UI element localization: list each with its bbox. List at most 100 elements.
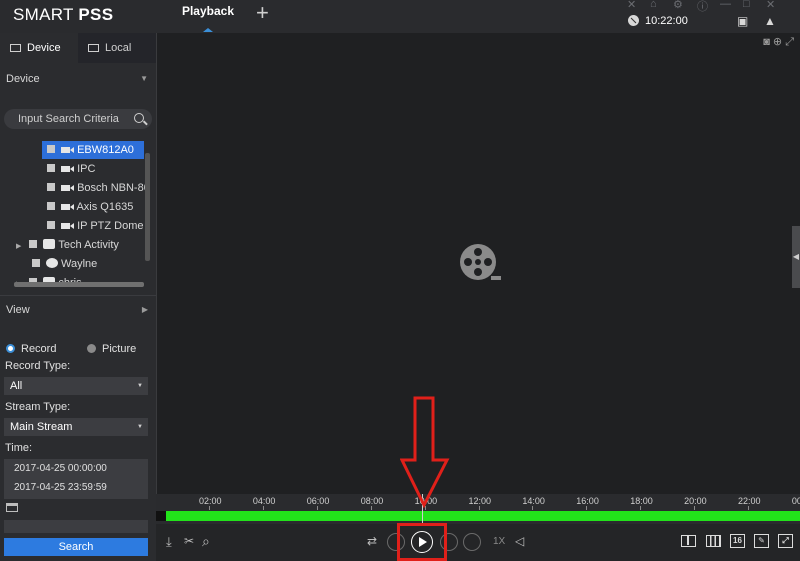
device-icon [10, 44, 21, 52]
chevron-right-icon: ▶ [141, 305, 148, 314]
app-logo: SMART PSS [13, 5, 114, 24]
active-tab-indicator [203, 28, 213, 32]
recording-bar[interactable] [166, 511, 800, 521]
group-icon [43, 239, 56, 249]
next-frame-button[interactable] [463, 533, 481, 551]
start-time-field[interactable]: 2017-04-25 00:00:00 [14, 463, 107, 474]
monitor-icon [88, 44, 99, 52]
timeline-tick-label: 06:00 [306, 496, 330, 506]
camera-icon [61, 204, 74, 210]
timeline-tick [478, 506, 480, 510]
extra-input[interactable] [4, 520, 148, 533]
timeline-tick-label: 16:00 [576, 496, 599, 506]
timeline-tick-label: 12:00 [468, 496, 492, 506]
timeline-tick [694, 506, 696, 510]
tree-item-ipc[interactable]: IPC [47, 160, 95, 178]
camera-icon [61, 185, 74, 191]
tree-item-bosch[interactable]: Bosch NBN-80 [47, 179, 150, 197]
timeline-tick [262, 506, 264, 510]
tree-item-ebw812a0[interactable]: EBW812A0 [42, 141, 144, 159]
tree-vertical-scrollbar[interactable] [145, 153, 150, 261]
tree-horizontal-scrollbar[interactable] [14, 282, 144, 287]
camera-icon [61, 147, 74, 153]
stream-type-label: Stream Type: [5, 401, 71, 413]
timeline-tick-label: 14:00 [522, 496, 545, 506]
checkbox[interactable] [32, 259, 40, 267]
download-icon[interactable]: ⤓ [166, 534, 172, 550]
timeline-tick [209, 506, 210, 510]
checkbox[interactable] [29, 240, 38, 248]
snapshot-icon[interactable]: ◙ [763, 36, 770, 48]
time-range[interactable]: 2017-04-25 00:00:00 2017-04-25 23:59:59 [4, 459, 148, 499]
collapse-panel-handle[interactable]: ◀ [792, 226, 800, 288]
sidebar-tabs: Device Local [0, 33, 156, 63]
checkbox[interactable] [47, 183, 55, 191]
volume-icon[interactable]: ◁ [515, 534, 524, 548]
video-toolbar: ◙ ⊕ ⤢ [763, 35, 794, 49]
speed-indicator[interactable]: 1X [493, 536, 505, 547]
tree-item-ptz-dome[interactable]: IP PTZ Dome [47, 217, 144, 235]
time-label: Time: [5, 442, 33, 454]
fullscreen-layout-icon[interactable]: ⤢ [778, 534, 793, 548]
timeline-tick [640, 506, 642, 510]
tab-device[interactable]: Device [0, 33, 78, 63]
stream-type-select[interactable]: Main Stream ▼ [4, 418, 148, 436]
search-button[interactable]: Search [4, 538, 148, 556]
timeline[interactable]: 02:00 04:00 06:00 08:00 10:00 12:00 14:00 16:00… [156, 494, 800, 524]
record-type-select[interactable]: All ▼ [4, 377, 148, 395]
clip-icon[interactable]: ✂ [184, 534, 194, 548]
close-icon[interactable]: ✕ [627, 0, 636, 11]
chevron-down-icon: ▼ [137, 424, 143, 430]
edit-layout-icon[interactable]: ✎ [754, 534, 769, 548]
alarm-bell-icon[interactable]: ▲ [764, 14, 776, 28]
device-section-header[interactable]: Device ▼ [0, 65, 156, 93]
layout-16-icon[interactable]: 16 [730, 534, 745, 548]
info-icon[interactable]: ⓘ [697, 0, 708, 14]
zoom-icon[interactable]: ⊕ [773, 36, 782, 48]
device-search-input[interactable]: Input Search Criteria [4, 109, 152, 129]
timeline-gap [156, 511, 166, 521]
timeline-tick-label: 08:00 [360, 496, 384, 506]
window-close-icon[interactable]: ✕ [766, 0, 775, 11]
tab-local[interactable]: Local [78, 33, 156, 63]
search-icon[interactable] [134, 113, 144, 123]
calendar-icon[interactable] [6, 503, 18, 512]
record-type-label: Record Type: [5, 360, 71, 372]
record-radio[interactable]: Record [6, 341, 56, 357]
tab-playback[interactable]: Playback [172, 0, 244, 33]
expand-arrow-icon[interactable]: ▶ [16, 238, 21, 256]
tree-group-waylne[interactable]: Waylne [32, 255, 97, 273]
timeline-tick-label: 20:00 [684, 496, 707, 506]
settings-icon[interactable]: ⚙ [673, 0, 683, 11]
tree-group-tech-activity[interactable]: ▶ Tech Activity [16, 236, 119, 254]
clock-status-icon [628, 15, 639, 26]
add-tab-button[interactable]: + [256, 2, 269, 24]
timeline-tick-label: 18:00 [630, 496, 653, 506]
layout-9-icon[interactable] [706, 535, 721, 547]
view-section-header[interactable]: View ▶ [0, 295, 156, 323]
checkbox[interactable] [47, 145, 55, 153]
timeline-tick [748, 506, 749, 510]
radio-selected-icon [6, 344, 15, 353]
fullscreen-icon[interactable]: ⤢ [785, 36, 794, 48]
picture-radio[interactable]: Picture [87, 341, 136, 357]
checkbox[interactable] [47, 164, 55, 172]
device-status-icon[interactable]: ▣ [737, 14, 748, 28]
playback-controls: ⤓ ✂ ⌕ ⇄ 1X ◁ 16 ✎ ⤢ [156, 524, 800, 561]
chevron-down-icon: ▼ [140, 74, 148, 83]
play-button-highlight [397, 523, 447, 561]
checkbox[interactable] [47, 221, 55, 229]
end-time-field[interactable]: 2017-04-25 23:59:59 [14, 482, 107, 493]
timeline-tick-label: 22:00 [738, 496, 761, 506]
layout-4-icon[interactable] [681, 535, 696, 547]
timeline-tick-label: 04:00 [252, 496, 276, 506]
video-window[interactable]: ◙ ⊕ ⤢ ◀ [156, 33, 800, 494]
lock-icon[interactable]: ⌂ [650, 0, 657, 10]
red-arrow-annotation [400, 396, 450, 508]
maximize-icon[interactable]: □ [743, 0, 750, 10]
minimize-icon[interactable]: — [720, 0, 731, 10]
sync-icon[interactable]: ⇄ [367, 534, 377, 548]
checkbox[interactable] [47, 202, 55, 210]
search-image-icon[interactable]: ⌕ [202, 533, 210, 550]
tree-item-axis[interactable]: Axis Q1635 [47, 198, 133, 216]
